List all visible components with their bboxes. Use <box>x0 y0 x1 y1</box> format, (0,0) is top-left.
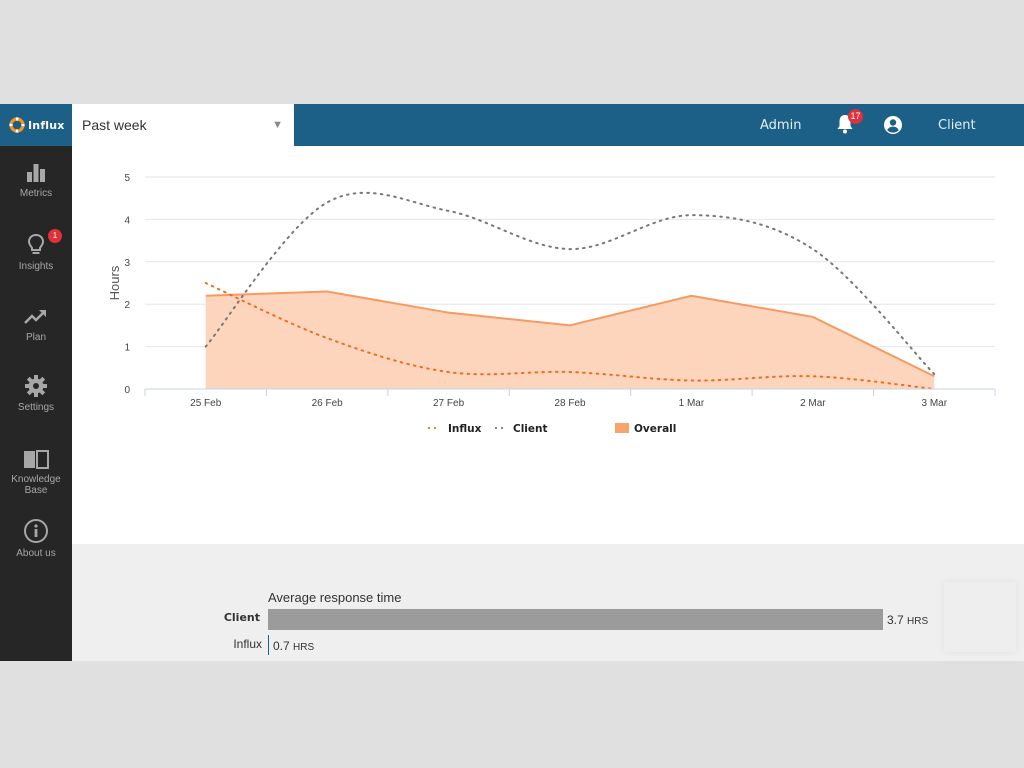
x-tick-label: 1 Mar <box>679 398 705 409</box>
client-response-number: 3.7 <box>887 613 904 627</box>
sidebar-item-label: Metrics <box>19 188 53 199</box>
influx-legend-marker <box>427 426 431 430</box>
legend-overall: Overall <box>634 423 676 435</box>
chart-svg: 0 1 2 3 4 5 25 Feb 26 Feb 27 Feb 28 Feb 1 Mar 2 Ma… <box>107 173 996 435</box>
side-card <box>944 582 1016 652</box>
date-range-value: Past week <box>82 117 147 133</box>
influx-response-bar <box>268 635 269 655</box>
caret-down-icon: ▼ <box>272 119 283 131</box>
x-tick-label: 28 Feb <box>554 398 586 409</box>
x-tick-label: 26 Feb <box>312 398 344 409</box>
influx-response-number: 0.7 <box>273 639 290 653</box>
x-tick-label: 25 Feb <box>190 398 222 409</box>
sidebar-item-label: About us <box>16 548 56 559</box>
y-tick-label: 1 <box>124 343 130 354</box>
insights-badge: 1 <box>48 229 62 243</box>
response-time-title: Average response time <box>268 590 402 605</box>
sidebar-item-label: Knowledge <box>11 474 61 485</box>
app-window: Influx Past week ▼ Admin 17 Client Metri… <box>0 104 1024 661</box>
lightbulb-icon <box>27 233 45 254</box>
sidebar-item-label: Settings <box>17 402 55 413</box>
y-tick-label: 0 <box>124 385 130 396</box>
hours-chart: 0 1 2 3 4 5 25 Feb 26 Feb 27 Feb 28 Feb 1 Mar 2 Ma… <box>72 146 1024 544</box>
trending-up-icon <box>24 310 46 324</box>
overall-legend-marker <box>615 423 629 433</box>
sidebar-item-plan[interactable]: Plan <box>0 306 72 343</box>
logo[interactable]: Influx <box>0 104 72 146</box>
legend-influx: Influx <box>448 423 482 435</box>
x-tick-label: 3 Mar <box>922 398 948 409</box>
user-account-button[interactable] <box>883 115 903 135</box>
y-tick-label: 5 <box>124 173 130 184</box>
sidebar-item-insights[interactable]: 1 Insights <box>0 229 72 272</box>
logo-text: Influx <box>28 118 65 132</box>
client-legend-marker <box>494 426 498 430</box>
date-range-select[interactable]: Past week ▼ <box>72 104 294 146</box>
book-icon <box>24 450 49 469</box>
sidebar-item-metrics[interactable]: Metrics <box>0 162 72 199</box>
sidebar-item-label-line2: Base <box>24 485 48 496</box>
y-tick-label: 2 <box>124 300 130 311</box>
influx-response-value: 0.7 HRS <box>273 639 314 653</box>
sidebar-item-settings[interactable]: Settings <box>0 374 72 413</box>
client-response-bar <box>268 609 883 630</box>
response-time-panel: Average response time Client 3.7 HRS Inf… <box>72 544 1024 661</box>
client-legend-marker <box>500 426 504 430</box>
info-icon <box>24 519 48 543</box>
sidebar-item-knowledge-base[interactable]: Knowledge Base <box>0 448 72 496</box>
x-tick-label: 27 Feb <box>433 398 465 409</box>
bar-chart-icon <box>27 164 45 182</box>
sidebar-item-label: Insights <box>18 261 54 272</box>
client-response-unit: HRS <box>907 616 929 627</box>
client-link[interactable]: Client <box>938 118 976 133</box>
user-circle-icon <box>884 116 902 134</box>
gear-icon <box>25 375 47 397</box>
lifebuoy-icon <box>9 117 25 133</box>
legend-client: Client <box>513 423 548 435</box>
admin-link[interactable]: Admin <box>760 118 801 133</box>
influx-response-unit: HRS <box>293 642 315 653</box>
overall-area <box>205 291 935 389</box>
influx-row-label: Influx <box>233 637 262 651</box>
sidebar-item-about-us[interactable]: About us <box>0 518 72 559</box>
y-axis-title: Hours <box>107 265 122 300</box>
influx-legend-marker <box>433 426 437 430</box>
client-row-label: Client <box>223 611 260 624</box>
y-tick-label: 4 <box>124 215 130 226</box>
top-bar: Influx Past week ▼ Admin 17 Client <box>0 104 1024 146</box>
notification-count-badge: 17 <box>848 109 863 124</box>
sidebar: Metrics 1 Insights Plan Settings Knowled… <box>0 146 72 661</box>
x-tick-label: 2 Mar <box>800 398 826 409</box>
sidebar-item-label: Plan <box>25 332 46 343</box>
y-tick-label: 3 <box>124 258 130 269</box>
client-response-value: 3.7 HRS <box>887 613 928 627</box>
